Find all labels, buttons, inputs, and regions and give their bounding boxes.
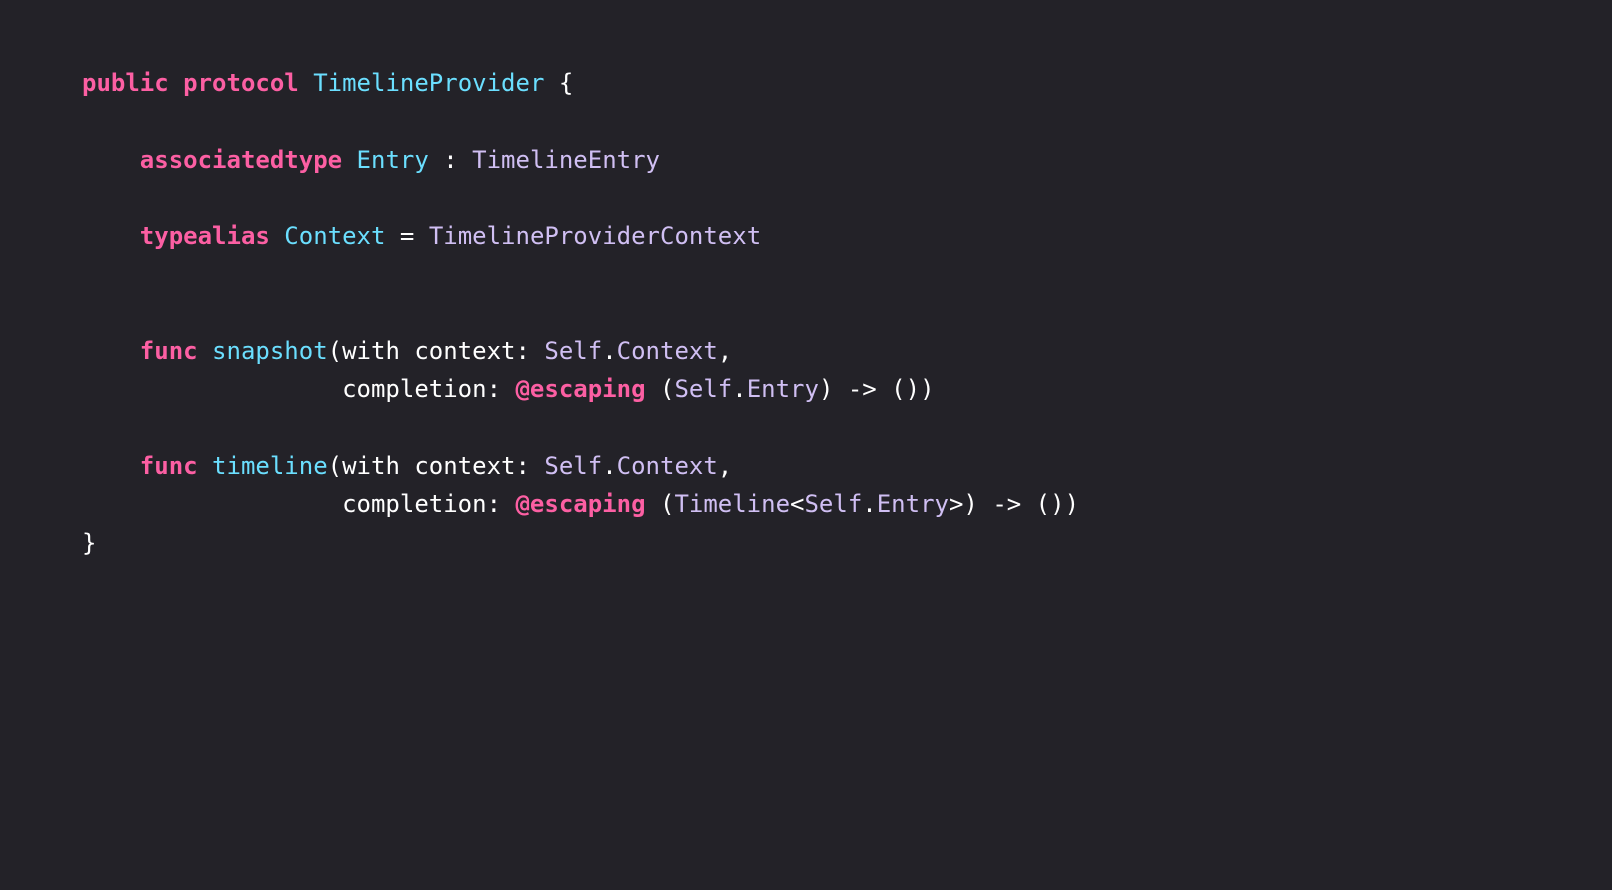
- code-token-type: Self: [544, 451, 603, 480]
- code-token-type: TimelineEntry: [472, 145, 660, 174]
- code-token-decl: Entry: [356, 145, 429, 174]
- code-line: typealias Context = TimelineProviderCont…: [82, 217, 1079, 255]
- code-line: associatedtype Entry : TimelineEntry: [82, 141, 1079, 179]
- code-token-keyword: @escaping: [515, 375, 646, 404]
- code-token-keyword: associatedtype: [139, 145, 343, 174]
- code-token-plain: <: [790, 490, 805, 519]
- code-token-plain: {: [544, 69, 574, 97]
- code-token-plain: .: [862, 490, 877, 519]
- code-token-plain: completion:: [82, 375, 516, 404]
- code-token-keyword: func: [139, 451, 198, 480]
- code-token-plain: ,: [717, 337, 733, 366]
- code-token-decl: TimelineProvider: [313, 69, 545, 97]
- code-token-plain: .: [602, 337, 617, 366]
- code-token-decl: Context: [284, 222, 386, 251]
- code-token-plain: ) -> ()): [818, 375, 935, 404]
- code-token-type: TimelineProviderContext: [428, 222, 762, 251]
- code-line: func timeline(with context: Self.Context…: [82, 447, 1079, 485]
- code-token-plain: (with context:: [327, 451, 545, 480]
- code-token-type: Entry: [746, 375, 819, 404]
- code-token-decl: timeline: [212, 451, 328, 480]
- code-token-type: Context: [616, 451, 718, 480]
- code-token-plain: completion:: [82, 490, 516, 519]
- code-token-plain: ,: [717, 451, 733, 480]
- code-line: }: [82, 524, 1079, 562]
- code-token-plain: .: [732, 375, 747, 404]
- code-token-type: Self: [544, 337, 603, 366]
- code-line: completion: @escaping (Timeline<Self.Ent…: [82, 485, 1079, 523]
- code-line: completion: @escaping (Self.Entry) -> ()…: [82, 370, 1079, 408]
- code-token-keyword: @escaping: [515, 490, 646, 519]
- code-token-decl: snapshot: [212, 337, 328, 366]
- code-token-type: Entry: [876, 490, 949, 519]
- code-editor: public protocol TimelineProvider { assoc…: [0, 0, 1612, 890]
- code-token-plain: :: [428, 145, 473, 174]
- code-token-type: Timeline: [674, 490, 791, 519]
- code-token-type: Context: [616, 337, 718, 366]
- code-token-keyword: typealias: [139, 222, 270, 251]
- code-token-plain: .: [602, 451, 617, 480]
- code-block[interactable]: public protocol TimelineProvider { assoc…: [82, 64, 1079, 562]
- code-token-plain: }: [82, 528, 97, 557]
- code-token-plain: >) -> ()): [948, 490, 1080, 519]
- code-token-plain: (: [645, 490, 675, 519]
- code-token-type: Self: [674, 375, 733, 404]
- code-line: public protocol TimelineProvider {: [82, 64, 1079, 102]
- code-token-keyword: public protocol: [82, 69, 299, 97]
- code-token-plain: (: [645, 375, 675, 404]
- code-line: func snapshot(with context: Self.Context…: [82, 332, 1079, 370]
- code-token-keyword: func: [139, 337, 198, 366]
- code-token-plain: (with context:: [327, 337, 545, 366]
- code-token-type: Self: [804, 490, 863, 519]
- code-token-plain: =: [385, 222, 429, 251]
